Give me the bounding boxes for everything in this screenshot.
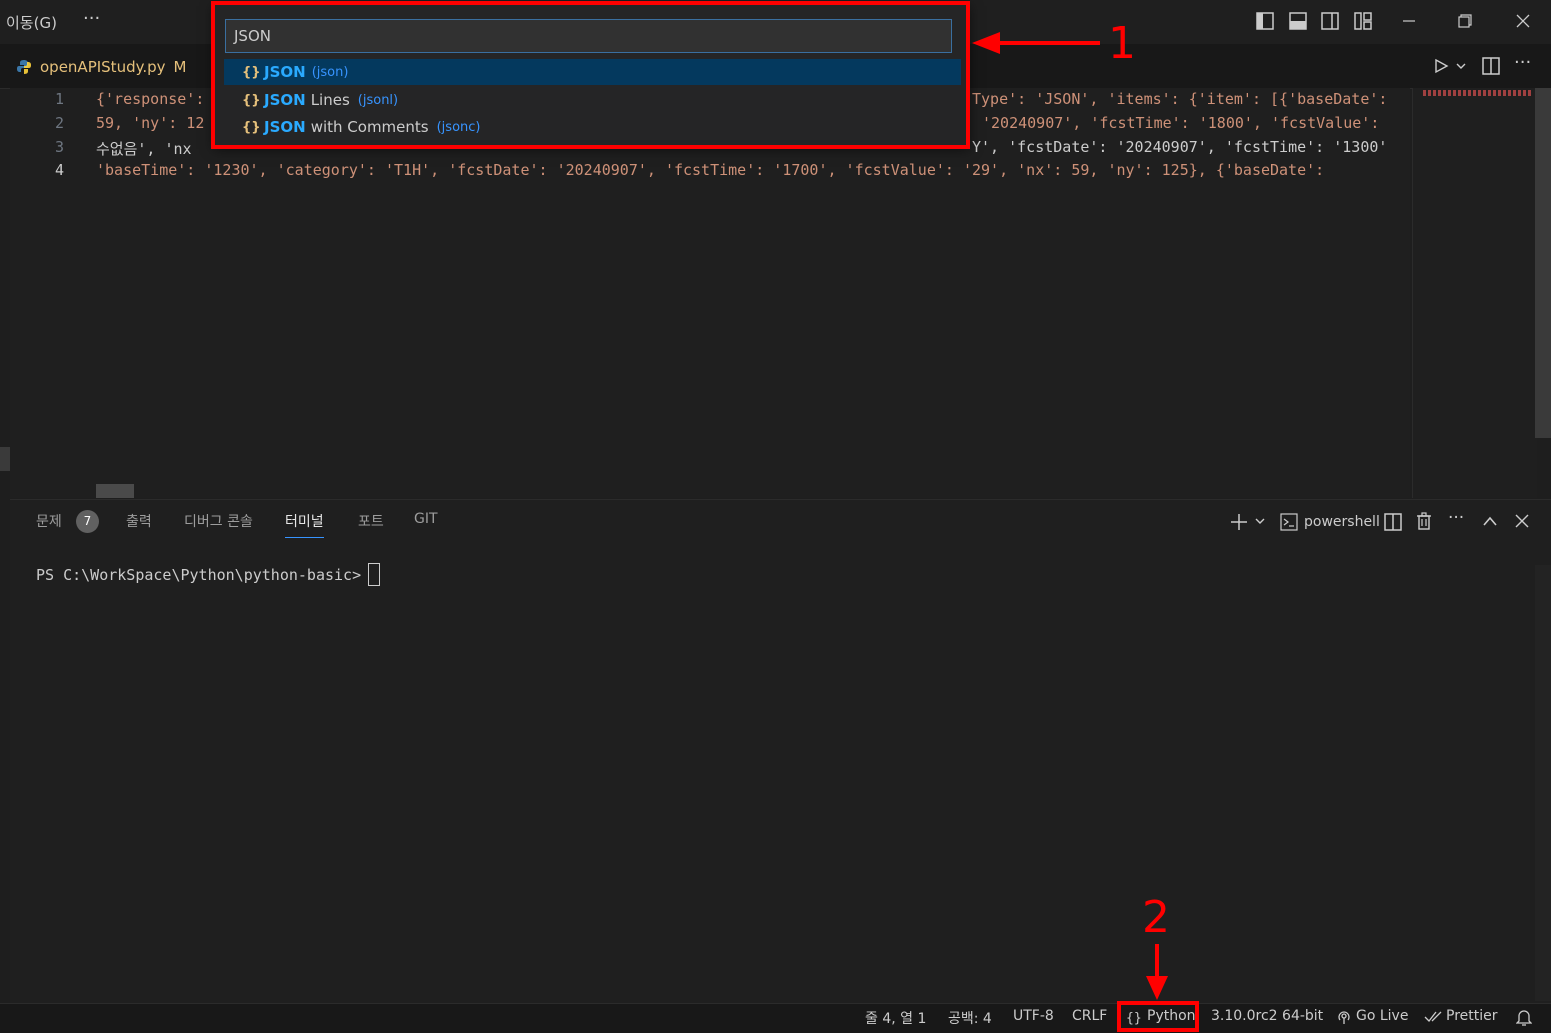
menu-go[interactable]: 이동(G) <box>6 12 57 33</box>
python-file-icon <box>17 60 31 74</box>
code-segment: 수없음', 'nx <box>96 140 192 158</box>
tab-terminal[interactable]: 터미널 <box>285 511 324 538</box>
terminal-prompt[interactable]: PS C:\WorkSpace\Python\python-basic> <box>36 566 361 584</box>
minimap[interactable] <box>1412 88 1537 498</box>
status-eol[interactable]: CRLF <box>1072 1008 1107 1024</box>
trash-icon[interactable] <box>1416 512 1432 530</box>
status-python-interpreter[interactable]: 3.10.0rc2 64-bit <box>1211 1008 1323 1024</box>
annotation-arrow-2 <box>1146 944 1168 1000</box>
add-terminal-icon[interactable] <box>1230 513 1248 531</box>
code-segment: 59, 'ny': 12 <box>96 114 205 132</box>
editor-more-icon[interactable]: ··· <box>1514 52 1531 73</box>
run-icon[interactable] <box>1433 58 1449 74</box>
code-line-4: 'baseTime': '1230', 'category': 'T1H', '… <box>96 161 1325 179</box>
annotation-box-1 <box>211 1 970 149</box>
check-all-icon <box>1424 1011 1442 1022</box>
tab-debug-console[interactable]: 디버그 콘솔 <box>184 511 253 531</box>
editor-vertical-scrollbar[interactable] <box>1535 88 1551 438</box>
restore-icon[interactable] <box>1458 14 1472 28</box>
tab-ports[interactable]: 포트 <box>358 511 384 531</box>
annotation-label-2: 2 <box>1142 892 1170 943</box>
status-cursor-position[interactable]: 줄 4, 열 1 <box>865 1008 926 1028</box>
layout-sidebar-right-icon[interactable] <box>1321 12 1339 30</box>
code-segment: '20240907', 'fcstTime': '1800', 'fcstVal… <box>982 114 1380 132</box>
line-number: 4 <box>54 161 64 179</box>
terminal-shell-name[interactable]: powershell <box>1304 514 1380 530</box>
line-number: 3 <box>54 138 64 156</box>
minimap-content <box>1423 90 1533 96</box>
terminal-cursor <box>368 563 380 586</box>
menu-more[interactable]: ··· <box>83 8 100 29</box>
layout-sidebar-left-icon[interactable] <box>1256 12 1274 30</box>
close-panel-icon[interactable] <box>1515 514 1529 528</box>
code-segment: Y', 'fcstDate': '20240907', 'fcstTime': … <box>972 138 1388 156</box>
broadcast-icon <box>1338 1011 1350 1024</box>
split-terminal-icon[interactable] <box>1384 513 1402 531</box>
customize-layout-icon[interactable] <box>1354 12 1372 30</box>
split-editor-icon[interactable] <box>1482 57 1500 75</box>
annotation-box-2 <box>1117 1001 1199 1032</box>
bell-icon[interactable] <box>1516 1008 1532 1026</box>
editor-tab[interactable]: openAPIStudy.py M <box>16 50 186 84</box>
line-number: 2 <box>54 114 64 132</box>
layout-panel-icon[interactable] <box>1289 12 1307 30</box>
tab-output[interactable]: 출력 <box>126 511 152 531</box>
panel-more-icon[interactable]: ··· <box>1448 508 1464 528</box>
status-indentation[interactable]: 공백: 4 <box>948 1008 992 1028</box>
annotation-arrow-1 <box>972 32 1100 54</box>
tab-problems[interactable]: 문제 <box>36 511 62 531</box>
status-prettier[interactable]: Prettier <box>1446 1008 1498 1024</box>
minimize-icon[interactable] <box>1402 14 1416 28</box>
tab-modified-badge: M <box>173 58 187 76</box>
chevron-down-icon[interactable] <box>1455 61 1467 71</box>
maximize-panel-icon[interactable] <box>1482 515 1498 527</box>
tab-filename: openAPIStudy.py <box>40 58 166 76</box>
chevron-down-icon[interactable] <box>1254 516 1266 526</box>
problems-count-badge: 7 <box>76 510 99 533</box>
terminal-scrollbar[interactable] <box>1535 565 1551 1001</box>
code-segment: Type': 'JSON', 'items': {'item': [{'base… <box>972 90 1388 108</box>
editor-horizontal-scrollbar[interactable] <box>96 484 134 498</box>
close-icon[interactable] <box>1516 14 1530 28</box>
sidebar-sash[interactable] <box>0 447 10 471</box>
annotation-label-1: 1 <box>1108 18 1136 69</box>
status-go-live[interactable]: Go Live <box>1356 1008 1408 1024</box>
line-number: 1 <box>54 90 64 108</box>
terminal-icon <box>1280 513 1298 531</box>
tab-git[interactable]: GIT <box>414 511 438 527</box>
status-encoding[interactable]: UTF-8 <box>1013 1008 1054 1024</box>
code-segment: {'response': <box>96 90 205 108</box>
